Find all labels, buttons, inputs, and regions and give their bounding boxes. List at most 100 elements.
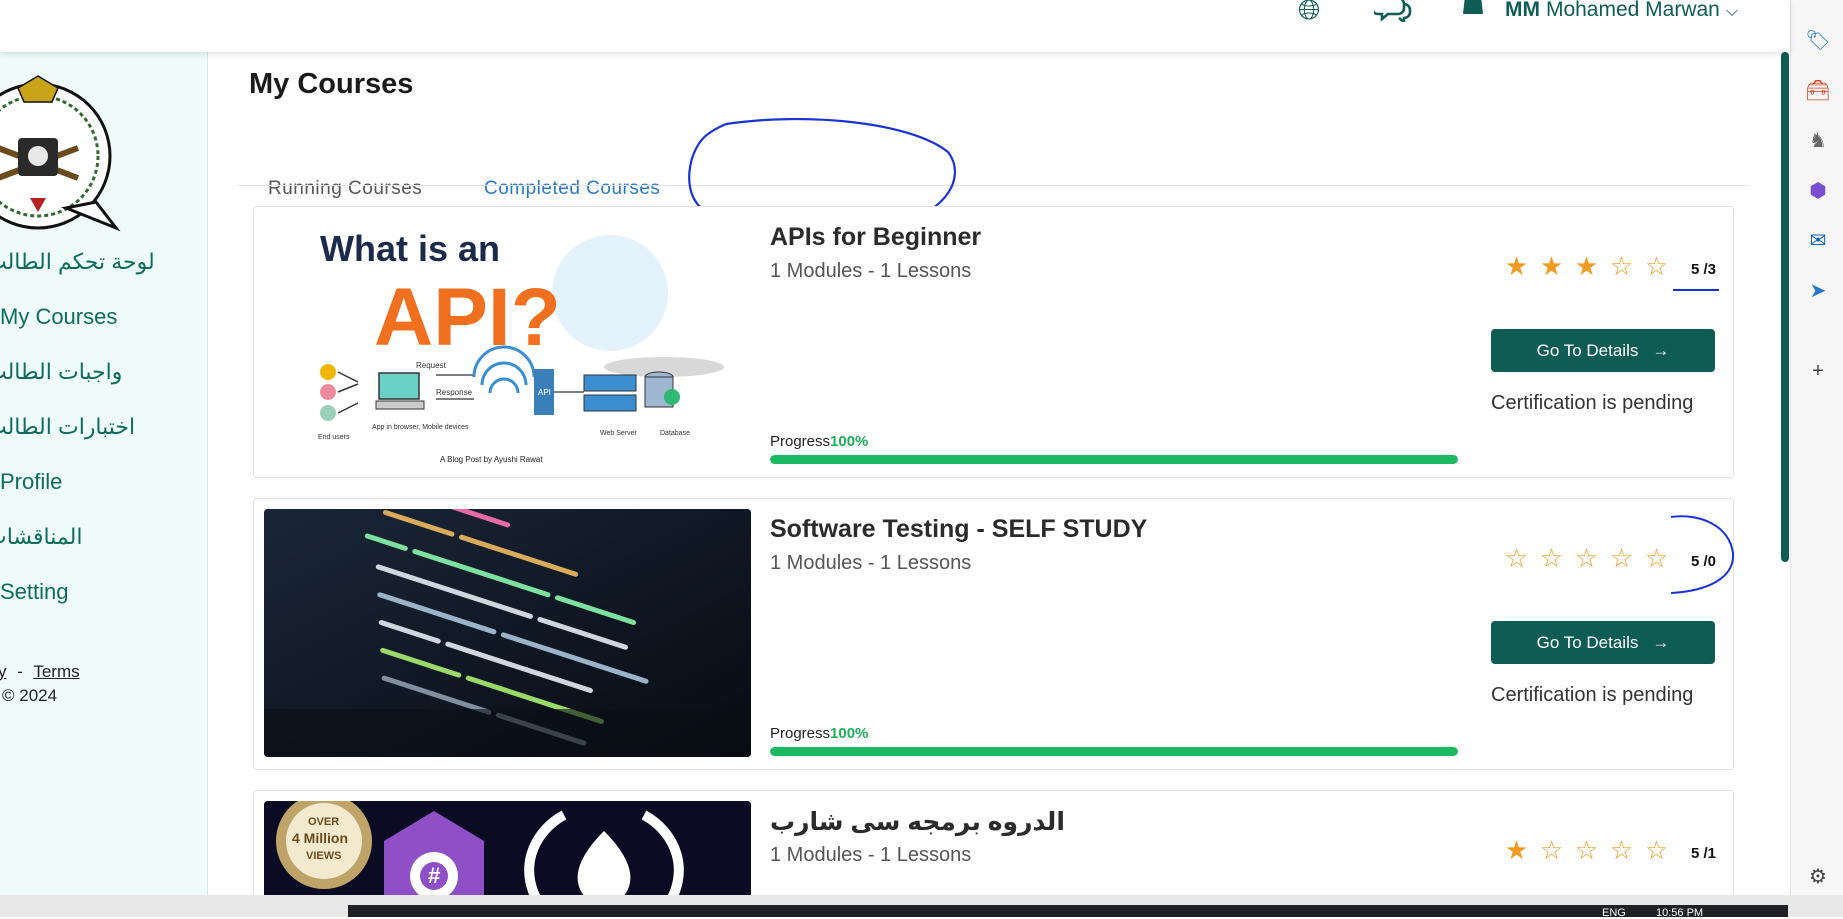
star-empty-icon[interactable]: ☆ — [1569, 543, 1604, 574]
footer-separator: - — [17, 662, 23, 681]
annotation-bracket — [1670, 515, 1735, 594]
star-empty-icon[interactable]: ☆ — [1639, 835, 1674, 866]
user-menu[interactable]: MM Mohamed Marwan ⌵ — [1505, 0, 1738, 22]
taskbar — [348, 905, 1788, 917]
main-content: My Courses Running Courses Completed Cou… — [237, 52, 1750, 911]
star-empty-icon[interactable]: ☆ — [1639, 251, 1674, 282]
rating-stars: ★ ★ ★ ☆ ☆ — [1499, 251, 1674, 282]
star-filled-icon[interactable]: ★ — [1499, 251, 1534, 282]
progress-bar — [770, 455, 1458, 464]
button-label: Go To Details — [1536, 340, 1639, 360]
rating-score: 5 /3 — [1691, 261, 1717, 278]
star-empty-icon[interactable]: ☆ — [1534, 835, 1569, 866]
copyright: © 2024 — [2, 686, 58, 705]
progress-bar — [770, 747, 1458, 756]
gear-icon[interactable]: ⚙ — [1805, 864, 1831, 890]
button-label: Go To Details — [1536, 632, 1639, 652]
bell-icon[interactable] — [1460, 0, 1486, 18]
thumb-request: Request — [416, 361, 447, 370]
progress-label: Progress — [770, 433, 831, 450]
certification-status: Certification is pending — [1491, 684, 1694, 706]
scrollbar[interactable] — [1781, 52, 1789, 562]
sidebar-item-exams[interactable]: اختبارات الطالب — [0, 407, 207, 462]
certification-status: Certification is pending — [1491, 392, 1694, 414]
chevron-down-icon: ⌵ — [1725, 3, 1738, 20]
thumb-heading: What is an — [320, 228, 500, 269]
copilot-icon[interactable]: ⬢ — [1805, 178, 1831, 204]
outlook-icon[interactable]: ✉ — [1805, 228, 1831, 254]
course-card: Software Testing - SELF STUDY 1 Modules … — [253, 498, 1735, 770]
star-empty-icon[interactable]: ☆ — [1604, 543, 1639, 574]
chess-icon[interactable]: ♞ — [1805, 128, 1831, 154]
sidebar-item-setting[interactable]: Setting — [0, 572, 207, 627]
course-progress: Progress100% — [770, 433, 1458, 464]
course-progress: Progress100% — [770, 725, 1458, 756]
sidebar-item-dashboard[interactable]: لوحة تحكم الطالب — [0, 242, 207, 297]
arrow-right-icon: → — [1652, 340, 1670, 360]
sidebar-item-my-courses[interactable]: My Courses — [0, 297, 207, 352]
thumb-end-users: End users — [318, 434, 350, 441]
go-to-details-button[interactable]: Go To Details → — [1491, 329, 1715, 372]
privacy-link[interactable]: y — [0, 662, 7, 681]
terms-link[interactable]: Terms — [33, 662, 79, 681]
star-filled-icon[interactable]: ★ — [1569, 251, 1604, 282]
course-thumbnail-code[interactable] — [264, 509, 751, 757]
course-meta: 1 Modules - 1 Lessons — [770, 260, 972, 282]
star-empty-icon[interactable]: ☆ — [1499, 543, 1534, 574]
user-initials: MM — [1504, 0, 1540, 21]
star-filled-icon[interactable]: ★ — [1534, 251, 1569, 282]
rating-stars: ★ ☆ ☆ ☆ ☆ — [1499, 835, 1674, 866]
course-title[interactable]: الدروه برمجه سى شارب — [770, 807, 1065, 837]
course-title[interactable]: APIs for Beginner — [770, 223, 981, 252]
thumb-credit: A Blog Post by Ayushi Rawat — [440, 455, 543, 464]
chat-icon[interactable] — [1374, 0, 1414, 22]
sidebar-footer: y - Terms © 2024 — [0, 662, 80, 706]
toolbox-icon[interactable]: 🧰︎ — [1805, 78, 1831, 104]
badge-views: VIEWS — [306, 850, 341, 862]
thumb-app: App in browser, Mobile devices — [372, 424, 469, 431]
sidebar-nav: لوحة تحكم الطالب My Courses واجبات الطال… — [0, 242, 207, 627]
progress-value: 100% — [830, 725, 869, 742]
thumb-big: API? — [374, 272, 561, 363]
progress-fill — [770, 455, 1458, 464]
star-filled-icon[interactable]: ★ — [1499, 835, 1534, 866]
sidebar: لوحة تحكم الطالب My Courses واجبات الطال… — [0, 52, 208, 895]
top-header: 🌐︎ MM Mohamed Marwan ⌵ — [0, 0, 1790, 52]
course-thumbnail-api[interactable]: What is an API? Request Response API End… — [264, 217, 751, 465]
rating-score: 5 /1 — [1691, 845, 1717, 862]
badge-over: OVER — [308, 816, 339, 828]
course-meta: 1 Modules - 1 Lessons — [770, 552, 972, 574]
progress-label: Progress — [770, 725, 831, 742]
progress-value: 100% — [830, 433, 869, 450]
thumb-lang: # — [428, 863, 440, 888]
thumb-database: Database — [660, 430, 690, 437]
thumb-response: Response — [436, 388, 473, 397]
sidebar-item-profile[interactable]: Profile — [0, 462, 207, 517]
page-title: My Courses — [249, 68, 414, 100]
course-card: What is an API? Request Response API End… — [253, 206, 1734, 478]
sidebar-item-discussions[interactable]: المناقشات — [0, 517, 207, 572]
course-title[interactable]: Software Testing - SELF STUDY — [770, 515, 1147, 544]
tray-time: 10:56 PM — [1656, 907, 1704, 919]
arrow-right-icon: → — [1652, 632, 1670, 652]
globe-icon[interactable]: 🌐︎ — [1298, 0, 1320, 24]
go-to-details-button[interactable]: Go To Details → — [1491, 621, 1715, 664]
annotation-underline — [1673, 289, 1719, 291]
sidebar-item-assignments[interactable]: واجبات الطالب — [0, 352, 207, 407]
browser-side-toolbar: 🏷︎ 🧰︎ ♞ ⬢ ✉ ➤ + ⚙ — [1790, 0, 1843, 895]
tabs-divider — [237, 185, 1749, 186]
course-card: # OVER 4 Million VIEWS الدروه برمجه سى ش… — [253, 790, 1734, 911]
course-meta: 1 Modules - 1 Lessons — [770, 844, 972, 866]
thumb-api: API — [538, 388, 551, 397]
ministry-logo — [0, 75, 121, 232]
star-empty-icon[interactable]: ☆ — [1604, 251, 1639, 282]
progress-fill — [770, 747, 1458, 756]
tray-language: ENG — [1602, 907, 1626, 919]
send-icon[interactable]: ➤ — [1805, 278, 1831, 304]
star-empty-icon[interactable]: ☆ — [1569, 835, 1604, 866]
add-icon[interactable]: + — [1805, 358, 1831, 384]
rating-stars: ☆ ☆ ☆ ☆ ☆ — [1499, 543, 1674, 574]
tag-icon[interactable]: 🏷︎ — [1805, 28, 1831, 54]
star-empty-icon[interactable]: ☆ — [1534, 543, 1569, 574]
star-empty-icon[interactable]: ☆ — [1604, 835, 1639, 866]
